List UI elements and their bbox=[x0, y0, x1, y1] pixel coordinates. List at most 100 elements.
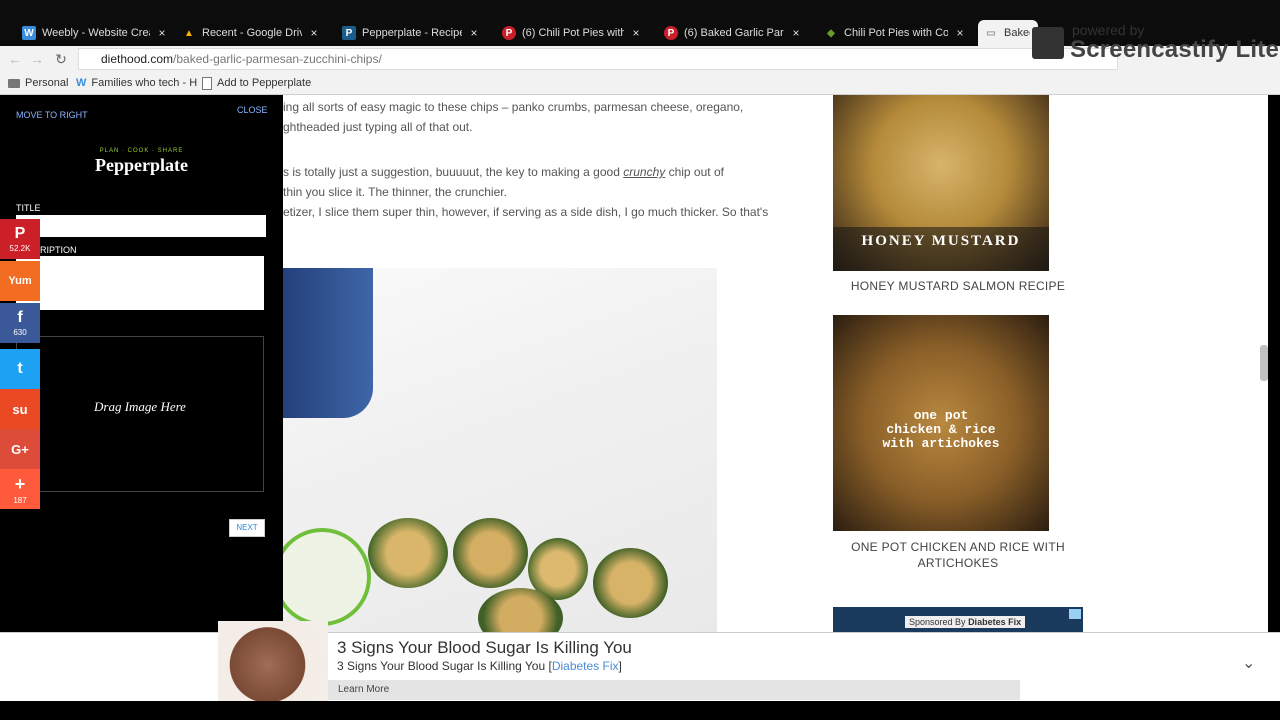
yum-icon: Yum bbox=[8, 275, 32, 287]
close-tab-icon[interactable]: × bbox=[156, 26, 168, 40]
image-drop-zone[interactable]: Drag Image Here bbox=[16, 336, 264, 492]
weebly-icon: W bbox=[76, 77, 87, 89]
film-strip-icon bbox=[1032, 27, 1064, 59]
collapse-chevron-icon[interactable]: ⌄ bbox=[1242, 653, 1255, 673]
tab-baked-active[interactable]: ▭ Baked bbox=[978, 20, 1038, 46]
reload-icon[interactable]: ↻ bbox=[52, 50, 70, 68]
close-tab-icon[interactable]: × bbox=[308, 26, 320, 40]
article-page: ing all sorts of easy magic to these chi… bbox=[283, 95, 1268, 632]
title-input[interactable] bbox=[16, 215, 266, 237]
overlay-line: chicken & rice bbox=[886, 422, 996, 437]
sponsored-ad-box[interactable]: Sponsored By Diabetes Fix bbox=[833, 607, 1083, 632]
caption-line: ARTICHOKES bbox=[917, 556, 999, 570]
learn-more-bar[interactable]: Learn More bbox=[328, 680, 1020, 700]
bookmark-label: Personal bbox=[25, 77, 69, 89]
description-label: RIPTION bbox=[40, 245, 77, 255]
social-share-bar: P 52.2K Yum f 630 t su G+ + 187 bbox=[0, 219, 40, 516]
folder-icon bbox=[8, 78, 20, 88]
watermark-name: Screencastify Lite bbox=[1070, 36, 1280, 63]
honey-mustard-salmon-link[interactable]: HONEY MUSTARD SALMON RECIPE bbox=[843, 279, 1073, 293]
facebook-share-button[interactable]: f 630 bbox=[0, 303, 40, 343]
close-tab-icon[interactable]: × bbox=[790, 26, 802, 40]
tab-weebly[interactable]: W Weebly - Website Creati × bbox=[16, 20, 176, 46]
tab-chili-pot-pies[interactable]: ◆ Chili Pot Pies with Cornb × bbox=[818, 20, 974, 46]
bookmark-label: Add to Pepperplate bbox=[217, 77, 312, 89]
twitter-share-button[interactable]: t bbox=[0, 349, 40, 389]
dip-bowl bbox=[283, 528, 371, 626]
stumbleupon-share-button[interactable]: su bbox=[0, 389, 40, 429]
bottom-ad-bar[interactable]: 3 Signs Your Blood Sugar Is Killing You … bbox=[0, 621, 1280, 701]
adchoices-icon[interactable] bbox=[1069, 609, 1081, 619]
pinterest-share-button[interactable]: P 52.2K bbox=[0, 219, 40, 259]
close-tab-icon[interactable]: × bbox=[954, 26, 966, 40]
bookmarks-bar: Personal W Families who tech - H Add to … bbox=[0, 72, 1280, 95]
title-label: TITLE bbox=[16, 203, 41, 213]
zucchini-chips bbox=[368, 518, 678, 632]
share-count: 187 bbox=[13, 495, 27, 505]
learn-more-link[interactable]: Learn More bbox=[338, 684, 389, 695]
bookmark-families-who-tech[interactable]: W Families who tech - H bbox=[76, 75, 197, 91]
one-pot-chicken-image[interactable]: one pot chicken & rice with artichokes bbox=[833, 315, 1049, 531]
tab-title: (6) Baked Garlic Parmes bbox=[684, 27, 784, 39]
bookmark-add-to-pepperplate[interactable]: Add to Pepperplate bbox=[202, 75, 311, 91]
ad-subline-text: 3 Signs Your Blood Sugar Is Killing You … bbox=[337, 659, 552, 673]
chicken-overlay-text: one pot chicken & rice with artichokes bbox=[833, 409, 1049, 451]
tab-baked-garlic-pinterest[interactable]: P (6) Baked Garlic Parmes × bbox=[658, 20, 810, 46]
back-arrow-icon[interactable]: ← bbox=[6, 50, 24, 68]
salmon-overlay-text: HONEY MUSTARD bbox=[861, 233, 1021, 249]
page-icon bbox=[202, 76, 212, 90]
url-domain: diethood.com bbox=[101, 52, 174, 66]
yum-share-button[interactable]: Yum bbox=[0, 261, 40, 301]
next-button[interactable]: NEXT bbox=[229, 519, 265, 537]
article-text-line: s is totally just a suggestion, buuuuut,… bbox=[283, 165, 724, 179]
google-drive-icon: ▲ bbox=[184, 27, 194, 39]
drag-image-text: Drag Image Here bbox=[94, 399, 186, 414]
pinterest-icon: P bbox=[502, 26, 516, 40]
honey-mustard-salmon-image[interactable]: HONEY MUSTARD bbox=[833, 95, 1049, 271]
forward-arrow-icon[interactable]: → bbox=[28, 50, 46, 68]
pepperplate-tagline: PLAN · COOK · SHARE bbox=[99, 148, 184, 154]
bookmark-label: Families who tech - H bbox=[91, 77, 198, 89]
pepperplate-panel: MOVE TO RIGHT CLOSE PLAN · COOK · SHARE … bbox=[0, 95, 283, 632]
close-link[interactable]: CLOSE bbox=[237, 105, 268, 115]
tab-pepperplate[interactable]: P Pepperplate - Recipes × bbox=[336, 20, 488, 46]
tab-title: Weebly - Website Creati bbox=[42, 27, 150, 39]
sponsored-label: Sponsored By Diabetes Fix bbox=[905, 616, 1026, 628]
ad-brand-link[interactable]: Diabetes Fix bbox=[552, 659, 619, 673]
one-pot-chicken-link[interactable]: ONE POT CHICKEN AND RICE WITH ARTICHOKES bbox=[843, 539, 1073, 571]
screencastify-watermark: powered by Screencastify Lite bbox=[1030, 22, 1280, 66]
tab-google-drive[interactable]: ▲ Recent - Google Drive × bbox=[176, 20, 328, 46]
article-text: chip out of bbox=[665, 165, 724, 179]
twitter-icon: t bbox=[17, 360, 23, 377]
leaf-icon: ◆ bbox=[827, 27, 835, 39]
ad-headline[interactable]: 3 Signs Your Blood Sugar Is Killing You bbox=[337, 638, 632, 658]
ad-subline-bracket: ] bbox=[618, 659, 622, 673]
close-tab-icon[interactable]: × bbox=[468, 26, 480, 40]
scrollbar-thumb[interactable] bbox=[1260, 345, 1268, 381]
tab-title: Pepperplate - Recipes bbox=[362, 27, 462, 39]
stumbleupon-icon: su bbox=[12, 401, 28, 417]
tab-title: Baked bbox=[1004, 27, 1030, 39]
share-count: 630 bbox=[13, 328, 27, 337]
plus-icon: + bbox=[14, 473, 26, 494]
sweet-potato-ad-image[interactable] bbox=[218, 621, 328, 701]
article-text: s is totally just a suggestion, buuuuut,… bbox=[283, 165, 624, 179]
zucchini-chips-photo bbox=[283, 268, 717, 632]
close-tab-icon[interactable]: × bbox=[630, 26, 642, 40]
googleplus-share-button[interactable]: G+ bbox=[0, 429, 40, 469]
overlay-line: one pot bbox=[913, 408, 969, 423]
move-to-right-link[interactable]: MOVE TO RIGHT bbox=[16, 110, 88, 120]
address-bar[interactable]: diethood.com/baked-garlic-parmesan-zucch… bbox=[78, 48, 1118, 70]
article-text-line: thin you slice it. The thinner, the crun… bbox=[283, 185, 507, 199]
ad-subline: 3 Signs Your Blood Sugar Is Killing You … bbox=[337, 659, 622, 673]
olive-oil-bottle bbox=[283, 268, 373, 418]
pinterest-icon: P bbox=[664, 26, 678, 40]
tab-title: (6) Chili Pot Pies with Co bbox=[522, 27, 624, 39]
tab-chili-pot-pies-pinterest[interactable]: P (6) Chili Pot Pies with Co × bbox=[496, 20, 650, 46]
description-textarea[interactable] bbox=[16, 256, 264, 310]
bookmark-personal[interactable]: Personal bbox=[8, 75, 68, 91]
more-share-button[interactable]: + 187 bbox=[0, 469, 40, 509]
article-link-crunchy[interactable]: crunchy bbox=[623, 165, 665, 179]
share-count: 52.2K bbox=[9, 244, 31, 253]
page-icon: ▭ bbox=[986, 27, 996, 39]
